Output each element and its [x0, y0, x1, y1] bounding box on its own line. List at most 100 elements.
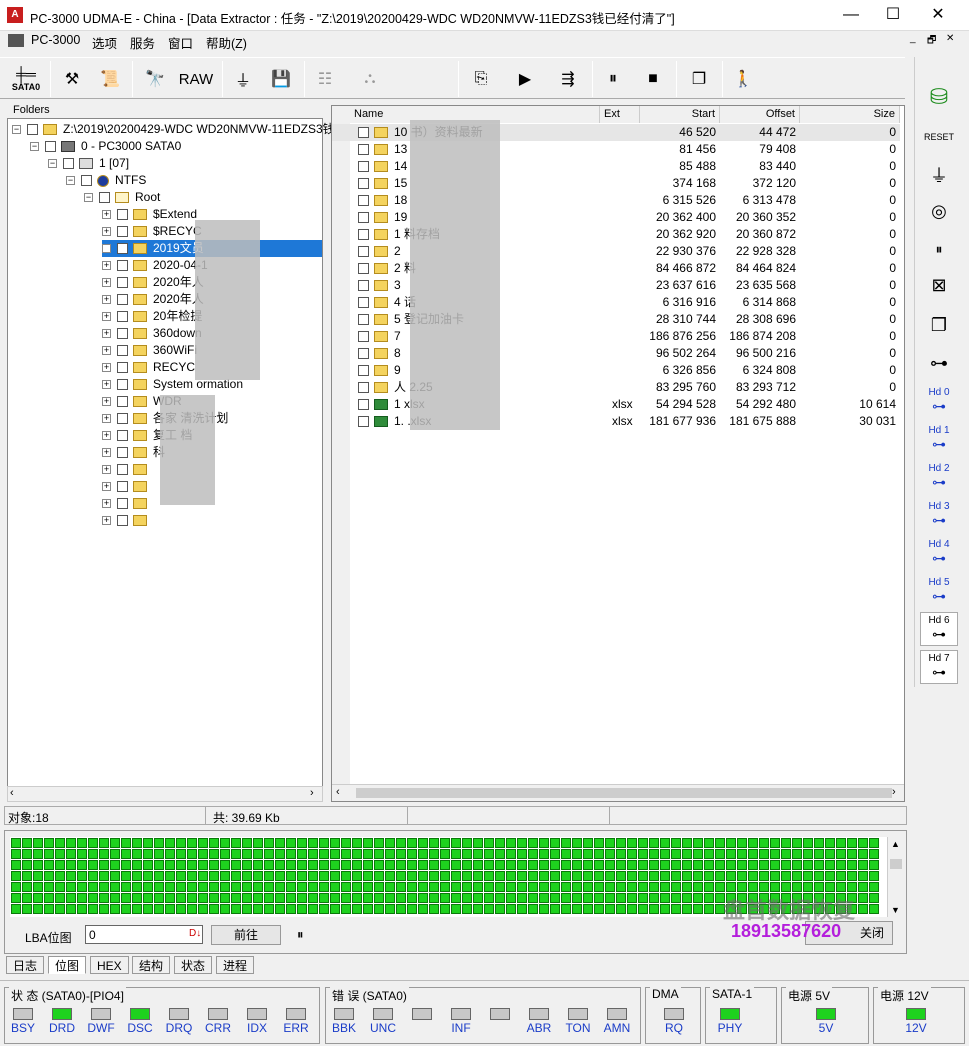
file-checkbox[interactable]	[358, 314, 369, 325]
export-icon[interactable]: ⎘	[466, 62, 496, 96]
file-checkbox[interactable]	[358, 127, 369, 138]
hd-button-5[interactable]: Hd 5 ⊶	[920, 574, 958, 608]
expand-toggle-icon[interactable]: −	[48, 159, 57, 169]
file-checkbox[interactable]	[358, 297, 369, 308]
file-checkbox[interactable]	[358, 280, 369, 291]
tree-node[interactable]: − 1 [07]	[48, 155, 322, 172]
tree-checkbox[interactable]	[117, 209, 128, 221]
expand-toggle-icon[interactable]: +	[102, 210, 111, 220]
tab-2[interactable]: HEX	[90, 956, 129, 974]
tree-checkbox[interactable]	[117, 430, 128, 442]
scroll-thumb[interactable]	[890, 859, 902, 869]
connector-icon[interactable]: ⊶	[920, 346, 958, 380]
menu-service[interactable]: 服务	[130, 33, 155, 52]
menu-options[interactable]: 选项	[92, 33, 117, 52]
tree-node[interactable]: − Z:\2019\20200429-WDC WD20NMVW-11EDZS3钱	[12, 121, 335, 138]
remove-icon[interactable]: ⊠	[920, 268, 958, 302]
file-checkbox[interactable]	[358, 246, 369, 257]
file-checkbox[interactable]	[358, 331, 369, 342]
bitmap-vertical-scrollbar[interactable]: ▲ ▼	[887, 837, 903, 917]
tree-checkbox[interactable]	[117, 328, 128, 340]
tree-checkbox[interactable]	[117, 481, 128, 493]
scroll-up-icon[interactable]: ▲	[891, 839, 900, 849]
column-size[interactable]: Size	[800, 106, 900, 123]
tree-checkbox[interactable]	[117, 294, 128, 306]
tree-checkbox[interactable]	[117, 345, 128, 357]
tree-expand-icon[interactable]: ⛬	[350, 62, 390, 96]
tree-checkbox[interactable]	[117, 498, 128, 510]
tree-checkbox[interactable]	[117, 243, 128, 255]
tree-checkbox[interactable]	[117, 226, 128, 238]
tree-horizontal-scrollbar[interactable]: ‹ ›	[7, 786, 323, 802]
exit-icon[interactable]: 🚶	[728, 62, 758, 96]
file-checkbox[interactable]	[358, 212, 369, 223]
stop-icon[interactable]: ■	[638, 62, 668, 96]
expand-toggle-icon[interactable]: +	[102, 380, 111, 390]
tree-checkbox[interactable]	[117, 464, 128, 476]
file-checkbox[interactable]	[358, 229, 369, 240]
tree-checkbox[interactable]	[117, 277, 128, 289]
tree-checkbox[interactable]	[117, 362, 128, 374]
expand-toggle-icon[interactable]: +	[102, 363, 111, 373]
tools-icon[interactable]: ⚒	[58, 62, 86, 96]
tree-node[interactable]: − Root	[84, 189, 322, 206]
mdi-close-button[interactable]: ✕	[946, 33, 954, 44]
sector-icon[interactable]: ⏚	[228, 62, 258, 96]
tree-checkbox[interactable]	[63, 158, 74, 170]
hd-button-7[interactable]: Hd 7 ⊶	[920, 650, 958, 684]
tree-node[interactable]: − NTFS	[66, 172, 322, 189]
column-offset[interactable]: Offset	[720, 106, 800, 123]
expand-toggle-icon[interactable]: +	[102, 244, 111, 254]
disk-icon[interactable]: ◎	[920, 194, 958, 228]
forward-button[interactable]: 前往	[211, 925, 281, 945]
tree-checkbox[interactable]	[117, 447, 128, 459]
file-checkbox[interactable]	[358, 144, 369, 155]
hd-button-6[interactable]: Hd 6 ⊶	[920, 612, 958, 646]
tab-1[interactable]: 位图	[48, 956, 87, 974]
menu-pc3000[interactable]: PC-3000	[31, 33, 80, 47]
raw-button[interactable]: RAW	[176, 62, 216, 96]
expand-toggle-icon[interactable]: +	[102, 295, 111, 305]
windows-icon[interactable]: ❐	[684, 62, 714, 96]
file-checkbox[interactable]	[358, 399, 369, 410]
hd-button-0[interactable]: Hd 0 ⊶	[920, 384, 958, 418]
expand-toggle-icon[interactable]: +	[102, 414, 111, 424]
close-button[interactable]: ✕	[915, 0, 961, 30]
tree-checkbox[interactable]	[27, 124, 38, 136]
tree-checkbox[interactable]	[117, 515, 128, 527]
column-ext[interactable]: Ext	[600, 106, 640, 123]
expand-toggle-icon[interactable]: −	[66, 176, 75, 186]
file-checkbox[interactable]	[358, 178, 369, 189]
expand-toggle-icon[interactable]: +	[102, 516, 111, 526]
scroll-down-icon[interactable]: ▼	[891, 905, 900, 915]
file-horizontal-scrollbar[interactable]: ‹ ›	[332, 784, 904, 801]
file-checkbox[interactable]	[358, 348, 369, 359]
expand-toggle-icon[interactable]: +	[102, 499, 111, 509]
expand-toggle-icon[interactable]: +	[102, 312, 111, 322]
expand-toggle-icon[interactable]: +	[102, 261, 111, 271]
tree-node[interactable]: +	[102, 512, 322, 529]
sata-port-button[interactable]: ╪═ SATA0	[6, 62, 46, 96]
lba-dropdown-icon[interactable]: D↓	[189, 928, 201, 939]
binoculars-icon[interactable]: 🔭	[140, 62, 170, 96]
play-icon[interactable]: ▶	[510, 62, 540, 96]
scroll-right-icon[interactable]: ›	[310, 787, 314, 799]
reset-icon[interactable]: RESET	[920, 120, 958, 154]
lba-input[interactable]	[85, 925, 203, 944]
file-checkbox[interactable]	[358, 161, 369, 172]
process-icon[interactable]: ⇶	[550, 62, 586, 96]
scroll-right-icon[interactable]: ›	[892, 786, 896, 798]
expand-toggle-icon[interactable]: +	[102, 227, 111, 237]
expand-toggle-icon[interactable]: −	[12, 125, 21, 135]
tab-4[interactable]: 状态	[174, 956, 213, 974]
file-checkbox[interactable]	[358, 365, 369, 376]
tree-checkbox[interactable]	[117, 379, 128, 391]
expand-toggle-icon[interactable]: +	[102, 482, 111, 492]
tree-node[interactable]: − 0 - PC3000 SATA0	[30, 138, 322, 155]
column-start[interactable]: Start	[640, 106, 720, 123]
menu-help[interactable]: 帮助(Z)	[206, 33, 247, 52]
file-checkbox[interactable]	[358, 263, 369, 274]
file-checkbox[interactable]	[358, 382, 369, 393]
scroll-left-icon[interactable]: ‹	[336, 786, 340, 798]
expand-toggle-icon[interactable]: +	[102, 448, 111, 458]
